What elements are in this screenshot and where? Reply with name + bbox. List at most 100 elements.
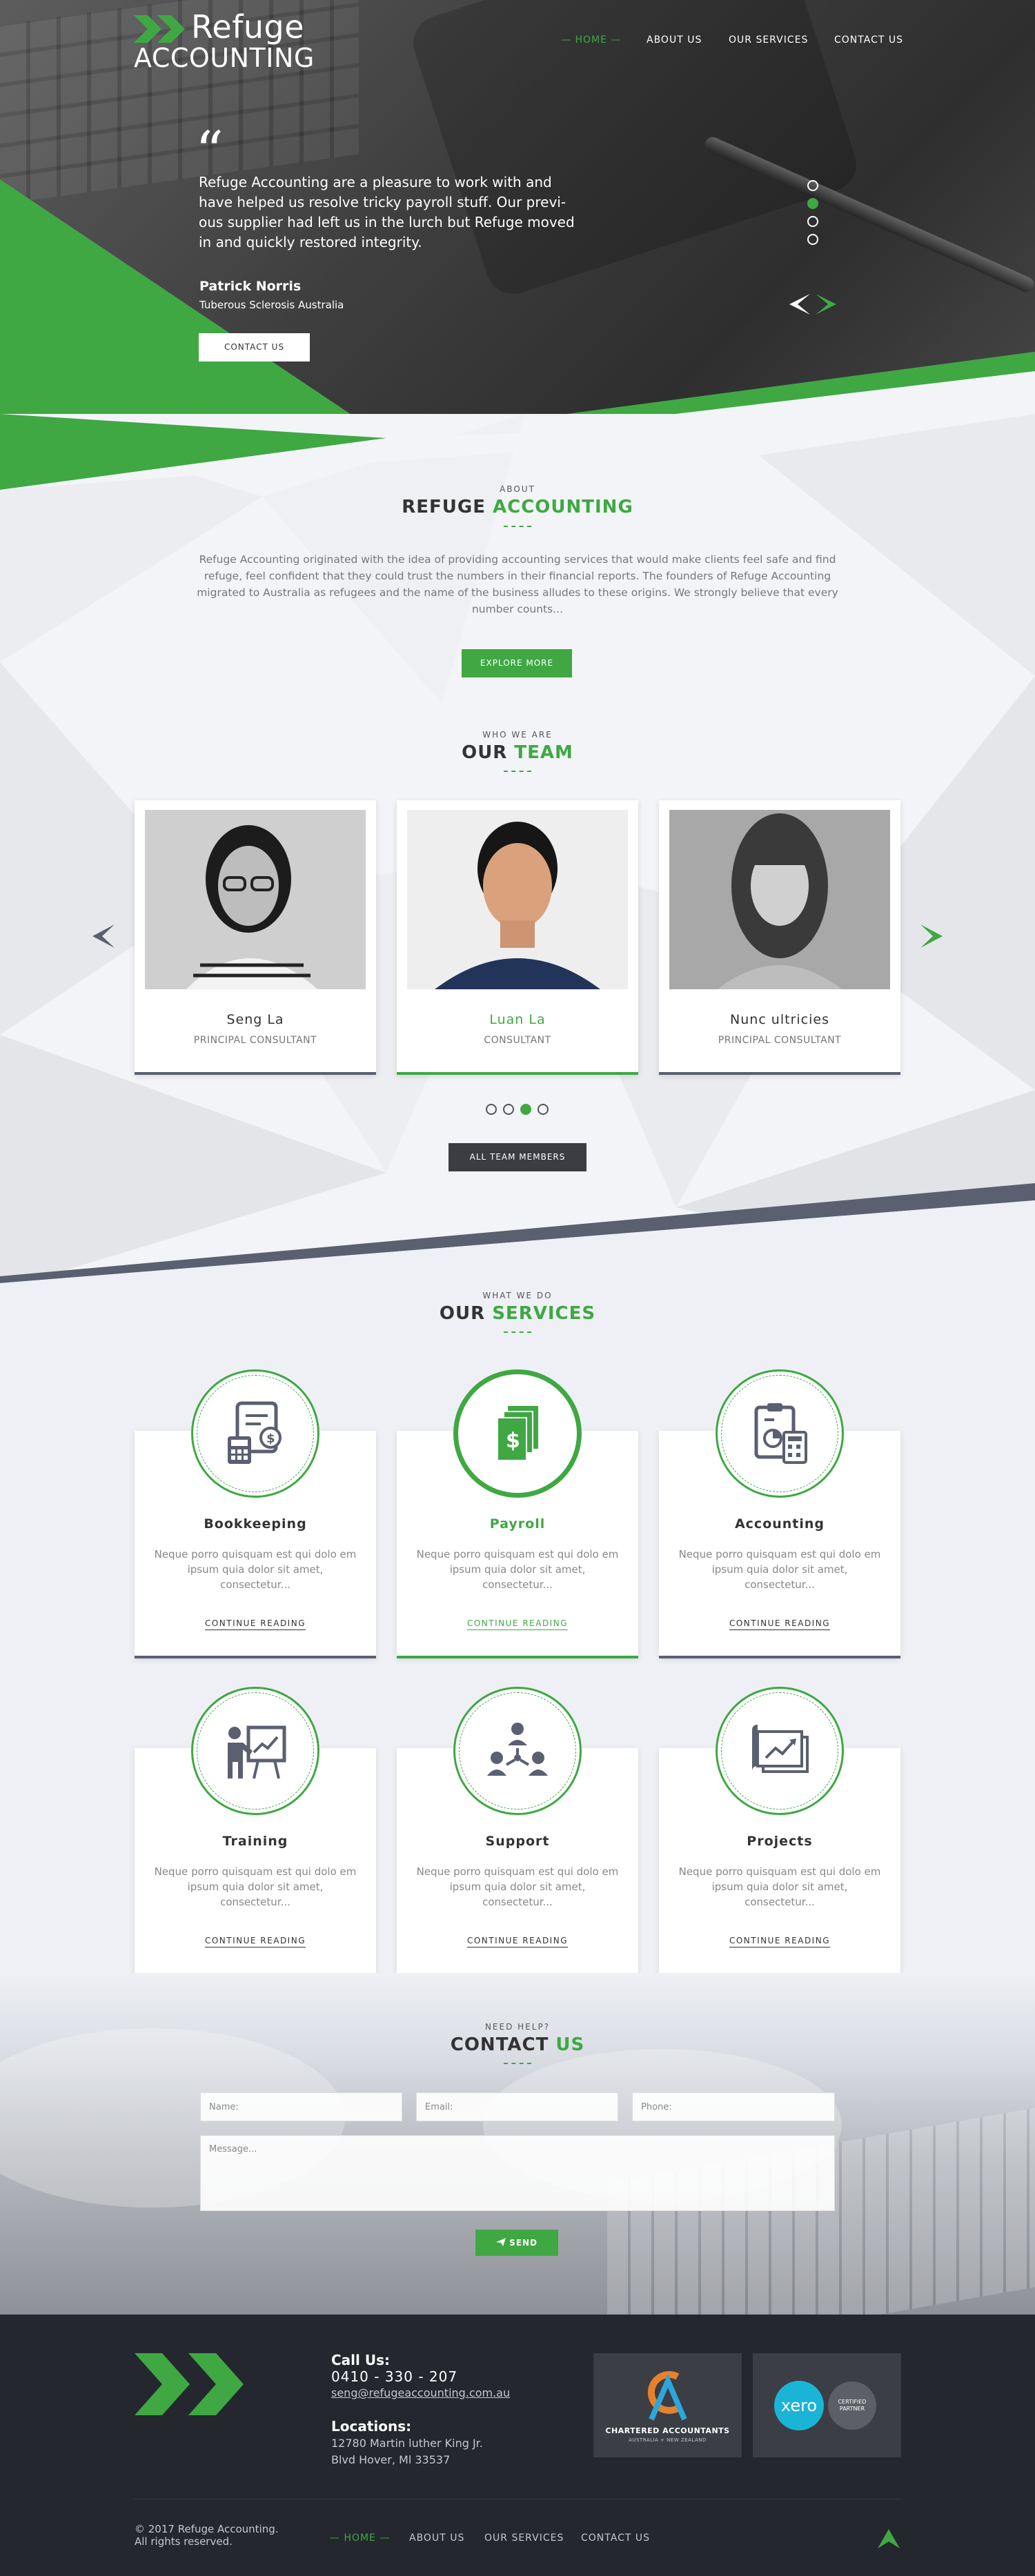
testimonial-text: Refuge Accounting are a pleasure to work…: [199, 174, 575, 250]
brand-subtitle[interactable]: ACCOUNTING: [134, 44, 315, 72]
service-link-label: CONTINUE READING: [466, 1618, 568, 1630]
copyright-line-1: © 2017 Refuge Accounting.: [135, 2523, 279, 2535]
team-role: PRINCIPAL CONSULTANT: [193, 1035, 317, 1046]
hero-prev-arrow-icon[interactable]: [789, 294, 811, 315]
hero-next-arrow-icon[interactable]: [814, 294, 836, 315]
service-link-label: CONTINUE READING: [466, 1936, 568, 1948]
team-name: Seng La: [226, 1012, 284, 1027]
service-continue-link[interactable]: CONTINUE READING: [397, 1936, 638, 1948]
team-photo-seng-la: [145, 810, 366, 989]
all-team-members-button[interactable]: ALL TEAM MEMBERS: [448, 1143, 586, 1171]
back-to-top-icon[interactable]: [878, 2529, 900, 2548]
nav-contact-us[interactable]: CONTACT US: [834, 34, 903, 46]
team-role: CONSULTANT: [484, 1035, 551, 1046]
testimonial-organization: Tuberous Sclerosis Australia: [199, 299, 344, 311]
contact-kicker: NEED HELP?: [484, 2022, 551, 2032]
team-card-seng-la[interactable]: Seng La PRINCIPAL CONSULTANT: [135, 800, 376, 1075]
service-continue-link[interactable]: CONTINUE READING: [659, 1936, 900, 1948]
footer-address-1: 12780 Martin luther King Jr.: [331, 2437, 483, 2450]
slider-dot-2[interactable]: [807, 198, 818, 209]
service-icon-circle[interactable]: [453, 1687, 582, 1815]
support-icon: [487, 1723, 548, 1776]
slider-dot-1[interactable]: [807, 180, 818, 191]
about-kicker: ABOUT: [500, 484, 535, 494]
svg-text:$: $: [506, 1429, 520, 1453]
team-page-dot-3[interactable]: [520, 1104, 531, 1115]
footer-nav-home[interactable]: — HOME —: [330, 2533, 390, 2544]
slider-dot-4[interactable]: [807, 234, 818, 245]
footer-locations-heading: Locations:: [331, 2418, 412, 2435]
accounting-icon: [754, 1403, 807, 1464]
footer-nav-contact-us[interactable]: CONTACT US: [581, 2533, 650, 2544]
badge1-subtitle: AUSTRALIA + NEW ZEALAND: [629, 2437, 707, 2443]
slider-dot-3[interactable]: [807, 216, 818, 227]
certified-partner-text: CERTIFIED PARTNER: [828, 2381, 876, 2430]
team-page-dot-2[interactable]: [503, 1104, 514, 1115]
team-next-arrow-icon[interactable]: [920, 924, 943, 948]
team-photo-portrait: [145, 810, 366, 989]
service-icon-circle[interactable]: [716, 1369, 844, 1498]
send-button[interactable]: SEND: [475, 2230, 558, 2256]
footer-logo-chevrons-icon[interactable]: [135, 2353, 245, 2415]
service-icon-circle[interactable]: [716, 1687, 844, 1815]
services-title: OUR SERVICES: [0, 1303, 1035, 1324]
copyright-line-2: All rights reserved.: [135, 2535, 233, 2548]
team-page-dot-4[interactable]: [538, 1104, 549, 1115]
service-description: Neque porro quisquam est qui dolo em ips…: [154, 1865, 357, 1908]
team-card-luan-la[interactable]: Luan La CONSULTANT: [397, 800, 638, 1075]
team-name: Nunc ultricies: [730, 1012, 829, 1027]
team-photo-nunc-ultricies: [669, 810, 890, 989]
services-title-b: SERVICES: [492, 1303, 596, 1324]
team-services-divider: [0, 1183, 1035, 1290]
about-title: REFUGE ACCOUNTING: [0, 497, 1035, 517]
hero-contact-button[interactable]: CONTACT US: [199, 333, 310, 361]
service-description: Neque porro quisquam est qui dolo em ips…: [416, 1865, 619, 1908]
team-card-nunc-ultricies[interactable]: Nunc ultricies PRINCIPAL CONSULTANT: [659, 800, 900, 1075]
service-title: Accounting: [734, 1516, 825, 1532]
team-prev-arrow-icon[interactable]: [92, 924, 115, 948]
footer-address-2: Blvd Hover, Ml 33537: [331, 2453, 451, 2466]
services-title-a: OUR: [439, 1303, 493, 1324]
team-title: OUR TEAM: [0, 742, 1035, 763]
service-title: Training: [222, 1834, 288, 1849]
message-textarea[interactable]: Message...: [200, 2135, 835, 2211]
team-title-b: TEAM: [514, 742, 573, 763]
service-icon-circle[interactable]: $: [191, 1369, 319, 1498]
nav-our-services[interactable]: OUR SERVICES: [729, 34, 808, 46]
service-description: Neque porro quisquam est qui dolo em ips…: [678, 1865, 881, 1908]
footer-call-heading: Call Us:: [331, 2352, 390, 2368]
logo-chevrons-icon: [134, 15, 185, 43]
service-link-label: CONTINUE READING: [729, 1936, 830, 1948]
service-link-label: CONTINUE READING: [204, 1936, 306, 1948]
services-kicker: WHAT WE DO: [482, 1291, 553, 1300]
explore-more-button[interactable]: EXPLORE MORE: [462, 649, 572, 677]
nav-home-label: HOME: [575, 34, 607, 46]
service-icon-circle[interactable]: [191, 1687, 319, 1815]
services-divider: [504, 1331, 531, 1333]
footer-nav-about-us[interactable]: ABOUT US: [409, 2533, 464, 2544]
name-input[interactable]: Name:: [200, 2092, 402, 2121]
service-continue-link[interactable]: CONTINUE READING: [135, 1936, 376, 1948]
service-icon-circle[interactable]: $: [453, 1369, 582, 1498]
brand-title[interactable]: Refuge: [191, 11, 304, 43]
footer-nav-our-services[interactable]: OUR SERVICES: [484, 2533, 564, 2544]
team-role: PRINCIPAL CONSULTANT: [718, 1035, 842, 1046]
phone-input[interactable]: Phone:: [632, 2092, 835, 2121]
nav-about-us[interactable]: ABOUT US: [647, 34, 702, 46]
contact-divider: [504, 2063, 531, 2064]
team-page-dot-1[interactable]: [486, 1104, 497, 1115]
bookkeeping-icon: $: [228, 1401, 282, 1464]
nav-home[interactable]: — HOME —: [561, 34, 621, 46]
paper-plane-icon: [495, 2238, 506, 2246]
about-title-b: ACCOUNTING: [493, 497, 633, 517]
service-continue-link[interactable]: CONTINUE READING: [397, 1618, 638, 1630]
service-continue-link[interactable]: CONTINUE READING: [135, 1618, 376, 1630]
service-link-label: CONTINUE READING: [729, 1618, 830, 1630]
team-photo-portrait: [407, 810, 628, 989]
training-icon: [228, 1725, 286, 1779]
about-divider: [504, 526, 531, 527]
service-continue-link[interactable]: CONTINUE READING: [659, 1618, 900, 1630]
email-input[interactable]: Email:: [416, 2092, 618, 2121]
footer-phone[interactable]: 0410 - 330 - 207: [331, 2368, 457, 2385]
footer-email-link[interactable]: seng@refugeaccounting.com.au: [331, 2386, 510, 2399]
